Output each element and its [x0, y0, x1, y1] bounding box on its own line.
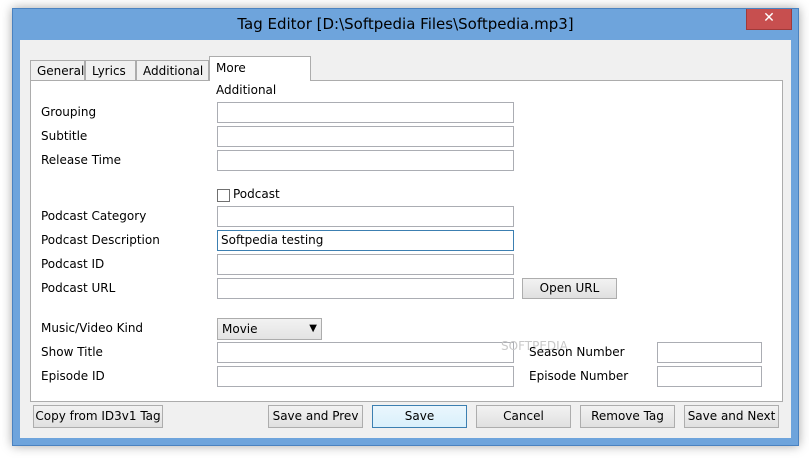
release-time-input[interactable]: [217, 150, 514, 171]
save-button[interactable]: Save: [372, 405, 467, 428]
cancel-button[interactable]: Cancel: [476, 405, 571, 428]
season-number-input[interactable]: [657, 342, 762, 363]
podcast-id-label: Podcast ID: [41, 257, 105, 271]
show-title-input[interactable]: [217, 342, 514, 363]
tab-lyrics[interactable]: Lyrics: [85, 60, 136, 80]
close-button[interactable]: ✕: [746, 9, 792, 30]
tab-label: Lyrics: [92, 64, 126, 78]
tab-label: Additional: [143, 64, 204, 78]
grouping-input[interactable]: [217, 102, 514, 123]
subtitle-label: Subtitle: [41, 129, 88, 143]
tag-editor-window: Tag Editor [D:\Softpedia Files\Softpedia…: [12, 8, 799, 446]
music-video-kind-label: Music/Video Kind: [41, 321, 144, 335]
podcast-url-label: Podcast URL: [41, 281, 116, 295]
dialog-client-area: General Lyrics Additional More Additiona…: [20, 40, 791, 438]
podcast-checkbox-label: Podcast: [233, 187, 280, 201]
show-title-label: Show Title: [41, 345, 103, 359]
more-additional-panel: Grouping Subtitle Release Time Podcast P…: [30, 80, 783, 402]
music-video-kind-value: Movie: [222, 322, 258, 336]
save-and-next-button[interactable]: Save and Next: [684, 405, 779, 428]
grouping-label: Grouping: [41, 105, 97, 119]
podcast-category-input[interactable]: [217, 206, 514, 227]
subtitle-input[interactable]: [217, 126, 514, 147]
close-icon: ✕: [763, 10, 775, 26]
release-time-label: Release Time: [41, 153, 122, 167]
tab-label: General: [37, 64, 85, 78]
podcast-category-label: Podcast Category: [41, 209, 147, 223]
podcast-description-label: Podcast Description: [41, 233, 160, 247]
podcast-checkbox[interactable]: [217, 189, 230, 202]
chevron-down-icon: ▼: [309, 323, 317, 334]
podcast-id-input[interactable]: [217, 254, 514, 275]
save-and-prev-button[interactable]: Save and Prev: [268, 405, 363, 428]
window-title: Tag Editor [D:\Softpedia Files\Softpedia…: [237, 15, 574, 33]
copy-from-id3v1-button[interactable]: Copy from ID3v1 Tag: [33, 405, 163, 428]
episode-number-label: Episode Number: [529, 369, 629, 383]
remove-tag-button[interactable]: Remove Tag: [580, 405, 675, 428]
episode-id-input[interactable]: [217, 366, 514, 387]
podcast-url-input[interactable]: [217, 278, 514, 299]
open-url-button[interactable]: Open URL: [522, 278, 617, 299]
tab-general[interactable]: General: [30, 60, 85, 80]
podcast-description-input[interactable]: Softpedia testing: [217, 230, 514, 251]
music-video-kind-select[interactable]: Movie ▼: [217, 318, 322, 340]
tab-label: More Additional: [216, 61, 277, 97]
tab-additional[interactable]: Additional: [136, 60, 209, 80]
season-number-label: Season Number: [529, 345, 625, 359]
episode-number-input[interactable]: [657, 366, 762, 387]
tab-more-additional[interactable]: More Additional: [209, 56, 311, 97]
episode-id-label: Episode ID: [41, 369, 105, 383]
